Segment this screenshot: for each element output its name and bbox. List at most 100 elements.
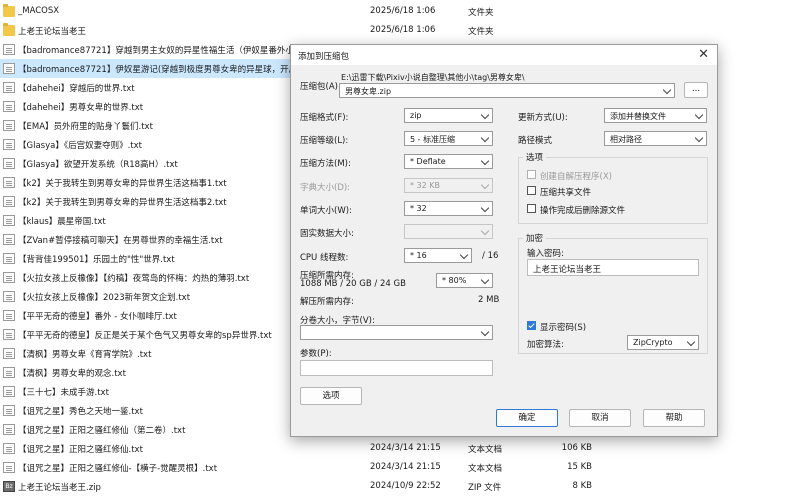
file-name: 【诅咒之星】正阳之骚红修仙（第二卷）.txt	[18, 426, 186, 436]
archive-path: E:\迅雷下载\Pixiv小说自整理\其他小\tag\男尊女卑\	[341, 73, 525, 82]
params-input[interactable]	[300, 360, 493, 376]
text-file-icon	[3, 367, 15, 378]
file-name: 上老王论坛当老王	[18, 27, 87, 37]
solid-select[interactable]	[404, 224, 493, 239]
sfx-label: 创建自解压程序(X)	[540, 172, 612, 182]
folder-icon	[3, 23, 15, 36]
text-file-icon	[3, 348, 15, 359]
help-button[interactable]: 帮助	[643, 409, 705, 427]
decomp-label: 解压所需内存:	[300, 297, 354, 307]
options-button[interactable]: 选项	[300, 387, 362, 405]
file-name: _MACOSX	[18, 6, 60, 16]
file-type: 文本文档	[468, 445, 503, 455]
text-file-icon	[3, 82, 15, 93]
folder-icon	[3, 4, 15, 17]
text-file-icon	[3, 424, 15, 435]
format-select[interactable]: zip	[404, 108, 493, 123]
pathmode-select[interactable]: 相对路径	[604, 131, 707, 146]
list-item[interactable]: _MACOSX 2025/6/18 1:06 文件夹	[0, 2, 800, 21]
format-label: 压缩格式(F):	[300, 113, 349, 123]
dict-select[interactable]: * 32 KB	[404, 178, 493, 193]
enc-method-label: 加密算法:	[527, 340, 564, 350]
dialog-titlebar: 添加到压缩包 ✕	[291, 45, 717, 65]
text-file-icon	[3, 177, 15, 188]
ok-button[interactable]: 确定	[496, 409, 558, 427]
solid-label: 固实数据大小:	[300, 229, 354, 239]
encrypt-group-title: 加密	[523, 232, 547, 244]
delete-checkbox[interactable]	[527, 204, 536, 213]
file-name: 【k2】关于我转生到男尊女卑的异世界生活这档事1.txt	[18, 179, 227, 189]
chevron-down-icon	[480, 110, 490, 120]
file-name: 【诅咒之星】正阳之骚红修仙.txt	[18, 445, 143, 455]
file-name: 上老王论坛当老王.zip	[18, 483, 101, 493]
file-date: 2025/6/18 1:06	[370, 6, 436, 16]
level-select[interactable]: 5 - 标准压缩	[404, 131, 493, 146]
shared-label: 压缩共享文件	[540, 188, 592, 198]
chevron-down-icon	[480, 203, 490, 213]
text-file-icon	[3, 272, 15, 283]
sfx-checkbox[interactable]	[527, 170, 536, 179]
chevron-down-icon	[480, 226, 490, 236]
text-file-icon	[3, 139, 15, 150]
file-date: 2024/3/14 21:15	[370, 462, 441, 472]
file-type: 文件夹	[468, 8, 494, 18]
text-file-icon	[3, 63, 15, 74]
file-name: 【klaus】晨星帝国.txt	[18, 217, 106, 227]
params-label: 参数(P):	[300, 349, 332, 359]
text-file-icon	[3, 291, 15, 302]
update-select[interactable]: 添加并替换文件	[604, 108, 707, 123]
archive-name-input[interactable]: 男尊女卑.zip	[339, 83, 675, 98]
list-item[interactable]: Bz 上老王论坛当老王.zip 2024/10/9 22:52 ZIP 文件 8 KB	[0, 477, 800, 496]
cpu-select[interactable]: * 16	[404, 248, 472, 263]
show-password-checkbox[interactable]	[527, 321, 536, 330]
cancel-button[interactable]: 取消	[569, 409, 631, 427]
list-item[interactable]: 【诅咒之星】正阳之骚红修仙-【横子-觉醒灵根】.txt 2024/3/14 21:…	[0, 458, 800, 477]
browse-button[interactable]: ...	[684, 82, 708, 98]
text-file-icon	[3, 405, 15, 416]
method-select[interactable]: * Deflate	[404, 154, 493, 169]
file-name: 【Glasya】《后宫奴妻夺则》.txt	[18, 141, 142, 151]
file-name: 【火拉女孩上反橡像】【约稿】夜莺岛的怀梅：灼热的薄羽.txt	[18, 274, 250, 284]
file-name: 【清枫】男尊女卑《育宵学院》.txt	[18, 350, 152, 360]
list-item[interactable]: 【诅咒之星】正阳之骚红修仙.txt 2024/3/14 21:15 文本文档 106 …	[0, 439, 800, 458]
file-name: 【EMA】员外府里的贴身丫鬟们.txt	[18, 122, 153, 132]
list-item[interactable]: 上老王论坛当老王 2025/6/18 1:06 文件夹	[0, 21, 800, 40]
file-size: 15 KB	[567, 462, 592, 472]
chevron-down-icon	[480, 156, 490, 166]
add-to-archive-dialog: 添加到压缩包 ✕ 压缩包(A): E:\迅雷下载\Pixiv小说自整理\其他小\…	[290, 44, 718, 437]
file-name: 【k2】关于我转生到男尊女卑的异世界生活这档事2.txt	[18, 198, 227, 208]
text-file-icon	[3, 158, 15, 169]
chevron-down-icon	[694, 110, 704, 120]
dialog-title: 添加到压缩包	[298, 52, 350, 62]
chevron-down-icon	[686, 337, 696, 347]
file-name: 【火拉女孩上反橡像】2023新年贺文企划.txt	[18, 293, 191, 303]
file-name: 【背背佳199501】乐园土的"性"世界.txt	[18, 255, 175, 265]
word-select[interactable]: * 32	[404, 201, 493, 216]
file-name: 【ZVan#暂停接稿可聊天】在男尊世界的幸福生活.txt	[18, 236, 223, 246]
text-file-icon	[3, 234, 15, 245]
cpu-label: CPU 线程数:	[300, 253, 349, 263]
enc-method-select[interactable]: ZipCrypto	[627, 335, 699, 350]
text-file-icon	[3, 196, 15, 207]
password-input[interactable]: 上老王论坛当老王	[527, 259, 699, 276]
file-name: 【清枫】男尊女卑的观念.txt	[18, 369, 126, 379]
word-label: 单词大小(W):	[300, 206, 352, 216]
file-type: 文件夹	[468, 27, 494, 37]
split-select[interactable]	[300, 325, 493, 340]
file-name: 【Glasya】欲望开发系统（R18高H）.txt	[18, 160, 178, 170]
pathmode-label: 路径模式	[518, 136, 553, 146]
dict-label: 字典大小(D):	[300, 183, 351, 193]
file-name: 【三十七】未成手游.txt	[18, 388, 109, 398]
file-name: 【平平无奇的德皇】反正是关于某个色气又男尊女卑的sp异世界.txt	[18, 331, 272, 341]
file-size: 106 KB	[561, 443, 592, 453]
options-group-title: 选项	[523, 151, 547, 163]
cpu-total: / 16	[482, 251, 499, 261]
shared-checkbox[interactable]	[527, 186, 536, 195]
file-type: ZIP 文件	[468, 483, 502, 493]
close-icon[interactable]: ✕	[698, 47, 709, 62]
mem-select[interactable]: * 80%	[436, 273, 493, 288]
decomp-value: 2 MB	[478, 295, 500, 305]
text-file-icon	[3, 215, 15, 226]
file-name: 【平平无奇的德皇】番外 - 女仆咖啡厅.txt	[18, 312, 177, 322]
file-date: 2025/6/18 1:06	[370, 25, 436, 35]
